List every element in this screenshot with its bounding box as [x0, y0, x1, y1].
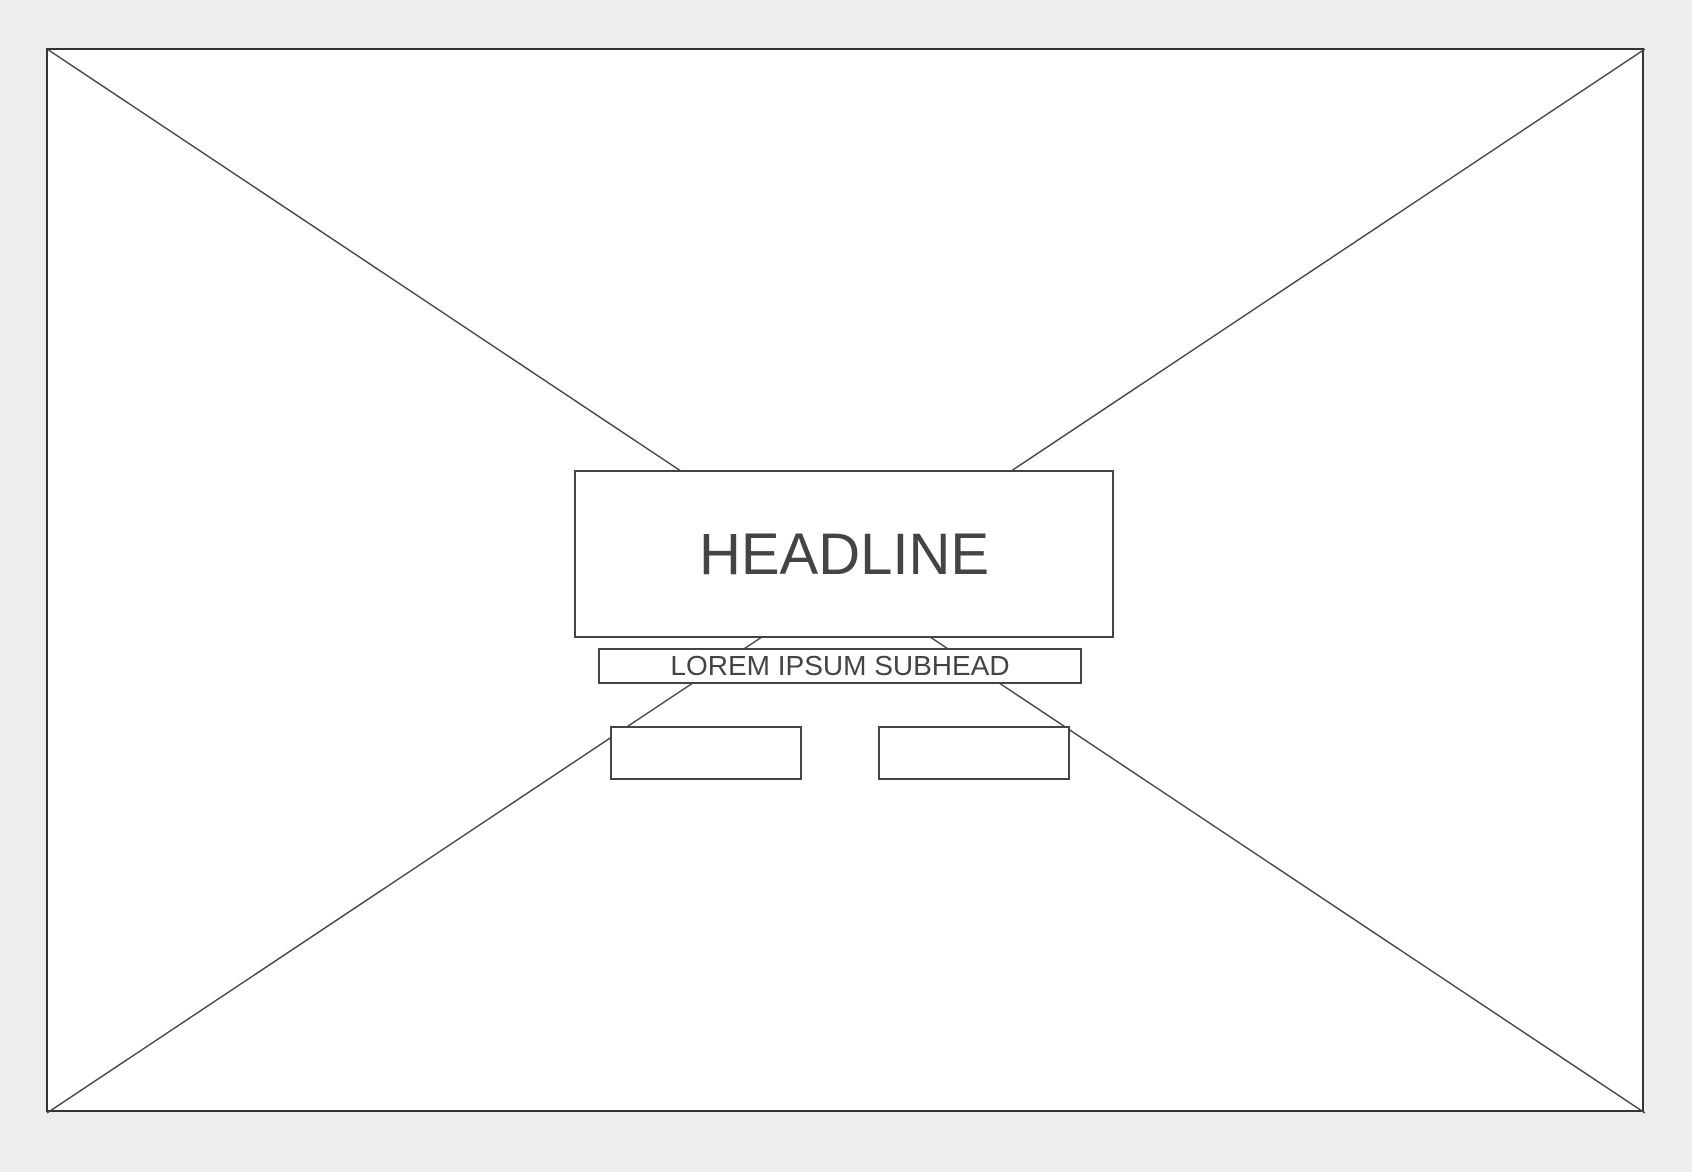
headline-box: HEADLINE	[574, 470, 1114, 638]
primary-button[interactable]	[610, 726, 802, 780]
headline-text: HEADLINE	[698, 521, 990, 587]
canvas: HEADLINE LOREM IPSUM SUBHEAD	[0, 0, 1692, 1172]
subhead-box: LOREM IPSUM SUBHEAD	[598, 648, 1082, 684]
subhead-text: LOREM IPSUM SUBHEAD	[670, 650, 1010, 681]
secondary-button[interactable]	[878, 726, 1070, 780]
